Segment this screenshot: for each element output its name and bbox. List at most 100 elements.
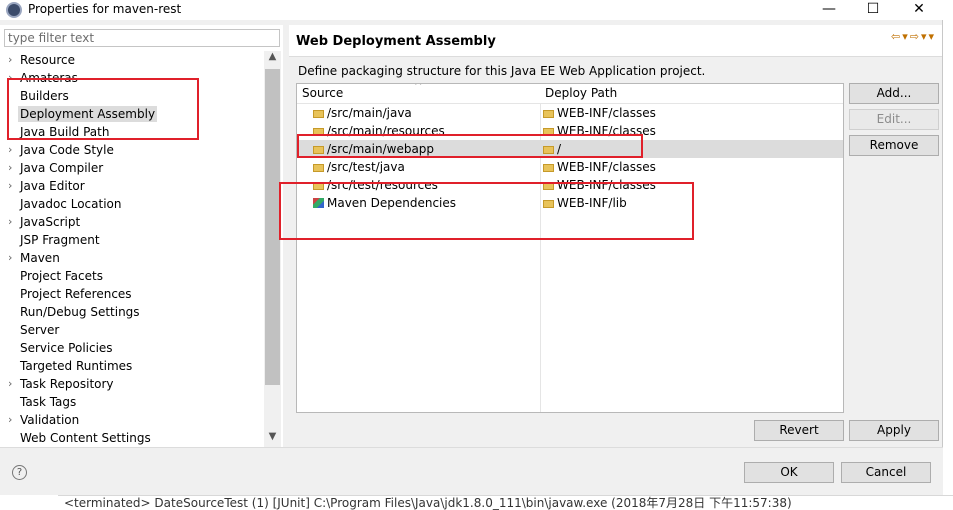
page-header: Web Deployment Assembly ⇦▾⇨▾▾	[289, 25, 942, 57]
tree-item-label: Resource	[20, 53, 76, 67]
page-title: Web Deployment Assembly	[296, 34, 496, 49]
maximize-button[interactable]: ☐	[850, 0, 896, 20]
source-cell: Maven Dependencies	[313, 194, 456, 212]
tree-item[interactable]: › JavaScript	[0, 213, 264, 231]
tree-item-label: Java Editor	[20, 179, 85, 193]
table-row[interactable]: /src/test/resources WEB-INF/classes	[297, 176, 843, 194]
close-button[interactable]: ✕	[896, 0, 942, 20]
apply-button[interactable]: Apply	[849, 420, 939, 441]
tree-item-label: Task Tags	[20, 395, 77, 409]
cancel-button[interactable]: Cancel	[841, 462, 931, 483]
tree-item[interactable]: › Resource	[0, 51, 264, 69]
folder-icon	[313, 182, 324, 190]
deploy-path-cell: WEB-INF/classes	[543, 158, 656, 176]
tree-item[interactable]: Web Content Settings	[0, 429, 264, 447]
tree-item[interactable]: Javadoc Location	[0, 195, 264, 213]
window-title: Properties for maven-rest	[28, 2, 182, 16]
tree-item[interactable]: Project References	[0, 285, 264, 303]
tree-item-label: Java Compiler	[20, 161, 104, 175]
scrollbar-thumb[interactable]	[265, 69, 280, 385]
tree-item[interactable]: › Validation	[0, 411, 264, 429]
tree-item[interactable]: › Java Code Style	[0, 141, 264, 159]
table-row[interactable]: /src/main/resources WEB-INF/classes	[297, 122, 843, 140]
deploy-path-cell: /	[543, 140, 561, 158]
tree-item[interactable]: Task Tags	[0, 393, 264, 411]
tree-item[interactable]: JSP Fragment	[0, 231, 264, 249]
properties-navigation-panel: type filter text › Resource › Amateras Build…	[0, 25, 283, 447]
library-icon	[313, 198, 324, 208]
tree-item[interactable]: Targeted Runtimes	[0, 357, 264, 375]
tree-item[interactable]: › Java Editor	[0, 177, 264, 195]
sort-indicator-icon: ^	[414, 83, 423, 92]
tree-item-label: JavaScript	[20, 215, 81, 229]
tree-item-label: Javadoc Location	[20, 197, 122, 211]
table-row[interactable]: /src/main/webapp /	[297, 140, 843, 158]
add-button[interactable]: Add...	[849, 83, 939, 104]
expand-chevron-icon[interactable]: ›	[8, 141, 12, 159]
tree-item-label: Amateras	[20, 71, 78, 85]
ok-button[interactable]: OK	[744, 462, 834, 483]
tree-item-label: Server	[20, 323, 60, 337]
tree-item[interactable]: Java Build Path	[0, 123, 264, 141]
tree-item-label: Java Build Path	[20, 125, 110, 139]
table-row[interactable]: /src/main/java WEB-INF/classes	[297, 104, 843, 122]
tree-item-label: Service Policies	[20, 341, 113, 355]
folder-icon	[313, 164, 324, 172]
tree-item-label: JSP Fragment	[20, 233, 100, 247]
column-header-deploy-path[interactable]: Deploy Path	[545, 86, 617, 100]
properties-dialog: Properties for maven-rest — ☐ ✕ type fil…	[0, 0, 943, 495]
table-row[interactable]: /src/test/java WEB-INF/classes	[297, 158, 843, 176]
expand-chevron-icon[interactable]: ›	[8, 159, 12, 177]
navigation-arrows-icon[interactable]: ⇦▾⇨▾▾	[891, 30, 936, 43]
tree-item-label: Project References	[20, 287, 132, 301]
tree-item[interactable]: › Amateras	[0, 69, 264, 87]
folder-icon	[313, 128, 324, 136]
revert-button[interactable]: Revert	[754, 420, 844, 441]
tree-item[interactable]: Project Facets	[0, 267, 264, 285]
remove-button[interactable]: Remove	[849, 135, 939, 156]
tree-item-label: Deployment Assembly	[18, 106, 158, 122]
tree-item[interactable]: Run/Debug Settings	[0, 303, 264, 321]
minimize-button[interactable]: —	[806, 0, 852, 20]
property-page: Web Deployment Assembly ⇦▾⇨▾▾ Define pac…	[289, 25, 942, 447]
tree-item-label: Web Content Settings	[20, 431, 151, 445]
help-icon[interactable]: ?	[12, 465, 27, 480]
tree-item-label: Project Facets	[20, 269, 103, 283]
page-description: Define packaging structure for this Java…	[298, 64, 706, 78]
folder-icon	[313, 146, 324, 154]
expand-chevron-icon[interactable]: ›	[8, 411, 12, 429]
scroll-up-icon[interactable]: ▲	[264, 51, 281, 67]
tree-item[interactable]: › Maven	[0, 249, 264, 267]
expand-chevron-icon[interactable]: ›	[8, 213, 12, 231]
deploy-path-cell: WEB-INF/classes	[543, 104, 656, 122]
tree-item[interactable]: Server	[0, 321, 264, 339]
column-header-source[interactable]: Source	[302, 86, 343, 100]
tree-item-label: Validation	[20, 413, 80, 427]
deploy-path-cell: WEB-INF/classes	[543, 122, 656, 140]
edit-button[interactable]: Edit...	[849, 109, 939, 130]
tree-item[interactable]: › Task Repository	[0, 375, 264, 393]
deploy-path: /	[557, 142, 562, 156]
tree-item[interactable]: Deployment Assembly	[0, 105, 264, 123]
tree-item[interactable]: › Java Compiler	[0, 159, 264, 177]
filter-input[interactable]: type filter text	[4, 29, 280, 47]
expand-chevron-icon[interactable]: ›	[8, 51, 12, 69]
tree-item[interactable]: Builders	[0, 87, 264, 105]
eclipse-app-icon	[6, 2, 22, 18]
source-path: Maven Dependencies	[327, 196, 457, 210]
expand-chevron-icon[interactable]: ›	[8, 375, 12, 393]
source-path: /src/main/resources	[327, 124, 445, 138]
tree-item-label: Targeted Runtimes	[20, 359, 133, 373]
deploy-path-cell: WEB-INF/lib	[543, 194, 627, 212]
tree-scrollbar[interactable]: ▲ ▼	[264, 51, 281, 447]
folder-icon	[543, 128, 554, 136]
source-path: /src/main/webapp	[327, 142, 435, 156]
source-path: /src/main/java	[327, 106, 412, 120]
table-row[interactable]: Maven Dependencies WEB-INF/lib	[297, 194, 843, 212]
title-bar: Properties for maven-rest — ☐ ✕	[0, 0, 943, 20]
scroll-down-icon[interactable]: ▼	[264, 431, 281, 447]
expand-chevron-icon[interactable]: ›	[8, 249, 12, 267]
expand-chevron-icon[interactable]: ›	[8, 177, 12, 195]
tree-item[interactable]: Service Policies	[0, 339, 264, 357]
expand-chevron-icon[interactable]: ›	[8, 69, 12, 87]
